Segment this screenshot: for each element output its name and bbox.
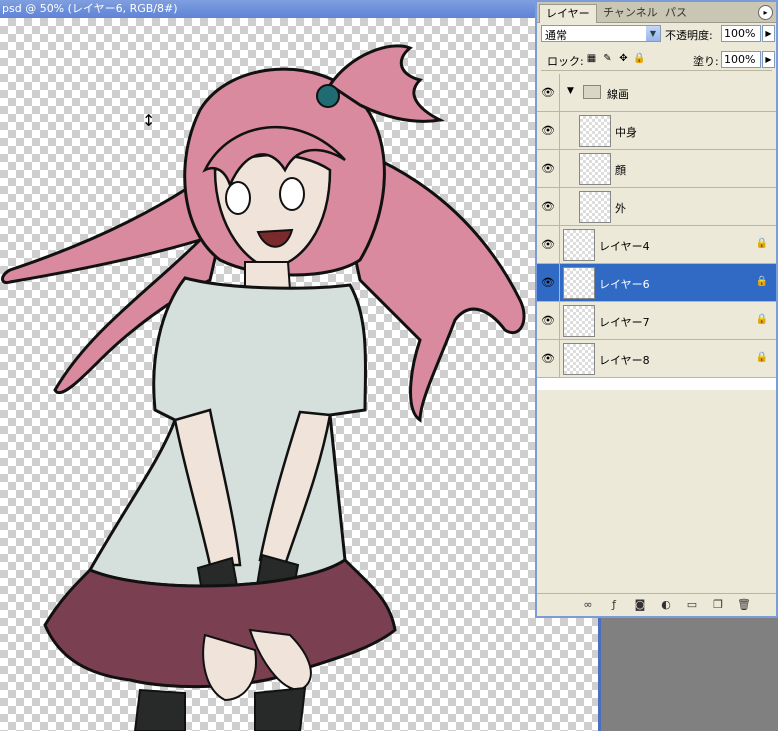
opacity-label: 不透明度:	[665, 29, 713, 42]
canvas[interactable]: ↕	[0, 18, 598, 731]
lock-position-icon[interactable]: ✥	[617, 52, 630, 65]
document-title: psd @ 50% (レイヤー6, RGB/8#)	[0, 0, 540, 18]
eye-column-divider	[559, 150, 560, 187]
layer-thumbnail	[563, 229, 595, 261]
fill-slider-arrow-icon[interactable]: ▶	[762, 51, 775, 68]
chevron-down-icon[interactable]: ▼	[646, 26, 660, 41]
layer-row[interactable]: 👁 レイヤー4 🔒	[537, 226, 776, 264]
layer-thumbnail	[579, 153, 611, 185]
layer-row-selected[interactable]: 👁 レイヤー6 🔒	[537, 264, 776, 302]
layer-name: 顔	[615, 164, 626, 177]
fill-label: 塗り:	[693, 55, 719, 68]
new-group-icon[interactable]: ▭	[685, 598, 699, 612]
eye-icon[interactable]: 👁	[540, 86, 556, 100]
window-frame-edge	[598, 618, 601, 731]
opacity-slider-arrow-icon[interactable]: ▶	[762, 25, 775, 42]
pasteboard	[598, 618, 778, 731]
adjustment-icon[interactable]: ◐	[659, 598, 673, 612]
eye-icon[interactable]: 👁	[540, 238, 556, 252]
lock-icon: 🔒	[755, 352, 768, 363]
layer-row[interactable]: 👁 レイヤー8 🔒	[537, 340, 776, 378]
layer-thumbnail	[579, 191, 611, 223]
eye-icon[interactable]: 👁	[540, 200, 556, 214]
fx-icon[interactable]: ƒ	[607, 598, 621, 612]
layer-thumbnail	[563, 343, 595, 375]
link-icon[interactable]: ∞	[581, 598, 595, 612]
layers-list: 👁 ▼ 線画 👁 中身 👁 顔 👁 外 👁 レイヤー4 🔒 👁 レイヤー6 🔒 …	[537, 74, 776, 594]
mask-icon[interactable]: ◙	[633, 598, 647, 612]
layer-name: レイヤー4	[599, 240, 650, 253]
layer-name: 線画	[607, 88, 629, 101]
eye-column-divider	[559, 264, 560, 301]
layer-name: レイヤー8	[599, 354, 650, 367]
resize-cursor-icon: ↕	[142, 111, 156, 130]
blend-mode-value: 通常	[545, 29, 567, 42]
character-illustration	[1, 44, 526, 731]
layer-name: レイヤー7	[599, 316, 650, 329]
eye-icon[interactable]: 👁	[540, 352, 556, 366]
layer-row[interactable]: 👁 中身	[537, 112, 776, 150]
opacity-input[interactable]: 100%	[721, 25, 761, 42]
lock-label: ロック:	[547, 55, 584, 68]
trash-icon[interactable]: 🗑	[737, 598, 751, 612]
lock-icon: 🔒	[755, 276, 768, 287]
lock-icon: 🔒	[755, 238, 768, 249]
layer-thumbnail	[563, 267, 595, 299]
lock-all-icon[interactable]: 🔒	[633, 52, 646, 65]
eye-column-divider	[559, 74, 560, 111]
layer-row[interactable]: 👁 外	[537, 188, 776, 226]
layer-thumbnail	[579, 115, 611, 147]
lock-transparency-icon[interactable]: ▦	[585, 52, 598, 65]
fill-input[interactable]: 100%	[721, 51, 761, 68]
eye-icon[interactable]: 👁	[540, 276, 556, 290]
group-expand-icon[interactable]: ▼	[567, 86, 574, 96]
eye-icon[interactable]: 👁	[540, 124, 556, 138]
layers-empty-area	[537, 390, 776, 594]
layers-palette: レイヤー チャンネル パス ▸ 通常 ▼ 不透明度: 100% ▶ ロック: ▦…	[535, 0, 778, 618]
folder-icon	[583, 85, 601, 99]
eye-column-divider	[559, 112, 560, 149]
layer-row[interactable]: 👁 顔	[537, 150, 776, 188]
eye-icon[interactable]: 👁	[540, 314, 556, 328]
layer-name: 中身	[615, 126, 637, 139]
layer-thumbnail	[563, 305, 595, 337]
lock-icon: 🔒	[755, 314, 768, 325]
tab-channels[interactable]: チャンネル	[597, 4, 664, 21]
layer-name: レイヤー6	[599, 278, 650, 291]
eye-column-divider	[559, 188, 560, 225]
palette-bottom-toolbar: ∞ ƒ ◙ ◐ ▭ ❐ 🗑	[537, 593, 776, 616]
tab-layers[interactable]: レイヤー	[539, 4, 597, 23]
palette-menu-icon[interactable]: ▸	[758, 5, 773, 20]
palette-tabs: レイヤー チャンネル パス ▸	[537, 2, 776, 23]
lock-pixels-icon[interactable]: ✎	[601, 52, 614, 65]
blend-opacity-row: 通常 ▼ 不透明度: 100% ▶	[541, 24, 775, 44]
blend-mode-select[interactable]: 通常 ▼	[541, 25, 661, 42]
layer-name: 外	[615, 202, 626, 215]
lock-fill-row: ロック: ▦ ✎ ✥ 🔒 塗り: 100% ▶	[541, 50, 775, 71]
eye-column-divider	[559, 302, 560, 339]
layer-row-group[interactable]: 👁 ▼ 線画	[537, 74, 776, 112]
layer-row[interactable]: 👁 レイヤー7 🔒	[537, 302, 776, 340]
new-layer-icon[interactable]: ❐	[711, 598, 725, 612]
eye-column-divider	[559, 340, 560, 377]
tab-paths[interactable]: パス	[659, 4, 693, 21]
eye-icon[interactable]: 👁	[540, 162, 556, 176]
eye-column-divider	[559, 226, 560, 263]
